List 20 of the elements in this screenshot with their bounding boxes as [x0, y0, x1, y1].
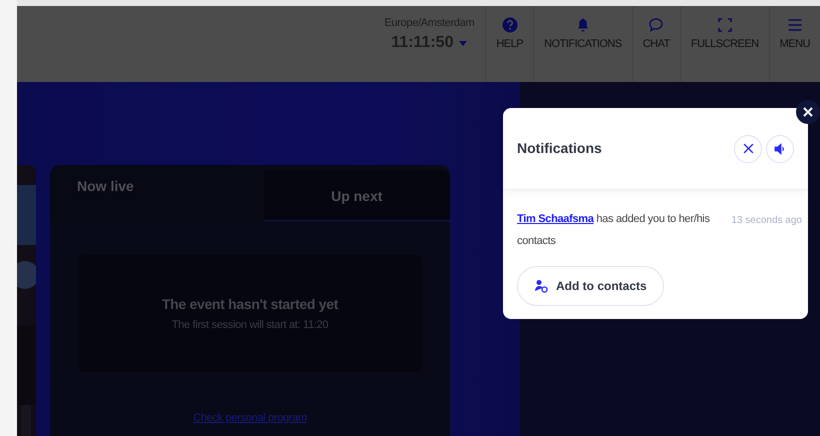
notifications-title: Notifications [517, 139, 603, 158]
sound-button[interactable] [766, 134, 794, 162]
notification-time: 13 seconds ago [731, 214, 802, 228]
fullscreen-icon [716, 17, 733, 34]
add-contact-icon [534, 279, 548, 293]
chat-icon [648, 17, 664, 34]
help-icon [502, 17, 518, 34]
schedule-tab[interactable]: Up next [264, 170, 450, 221]
menu-icon [786, 17, 803, 34]
add-to-contacts-button[interactable]: Add to contacts [517, 266, 664, 306]
clear-button[interactable] [734, 134, 762, 162]
user-link[interactable]: Tim Schaafsma [517, 213, 594, 225]
close-icon [742, 143, 754, 154]
close-button[interactable] [796, 100, 820, 124]
close-icon [803, 107, 813, 117]
notification-message: Tim Schaafsma has added you to her/his contacts [517, 212, 711, 249]
personal-program-link[interactable]: Check personal program [193, 410, 307, 426]
speaker-icon [774, 142, 786, 154]
empty-title: The event hasn't started yet [162, 294, 338, 314]
caret-icon [459, 40, 468, 46]
